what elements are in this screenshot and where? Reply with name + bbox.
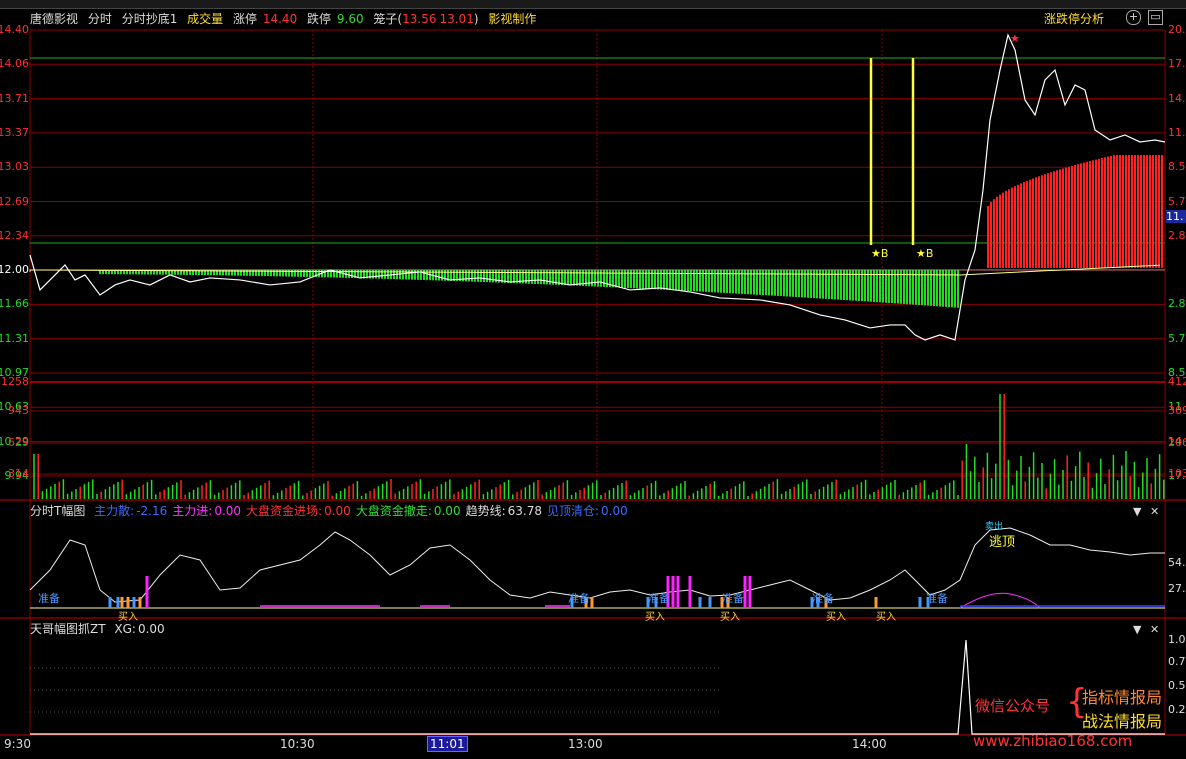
volume-axis-label: 1258 — [1, 375, 29, 388]
ready-label: 准备 — [722, 592, 744, 605]
ready-label: 准备 — [568, 592, 590, 605]
indicator2-axis-label: 0.2 — [1168, 703, 1186, 716]
volume-axis-label: 314 — [8, 467, 29, 480]
price-axis-right-label: 11. — [1168, 125, 1186, 139]
indicator2-title[interactable]: 天哥幅图抓ZT — [30, 622, 106, 636]
indicator2-xg-label: XG: — [114, 622, 136, 636]
indicator1-item-label: 大盘资金撤走: — [355, 504, 432, 518]
price-axis-label: 11.66 — [0, 297, 29, 311]
indicator1-title[interactable]: 分时T幅图 — [30, 504, 85, 518]
ready-label: 准备 — [926, 592, 948, 605]
price-axis-right-label: 5.7 — [1168, 194, 1186, 208]
price-axis-label: 14.40 — [0, 23, 29, 36]
indicator2-plot — [30, 639, 1165, 735]
indicator1-item-label: 趋势线: — [465, 504, 506, 518]
price-axis-label: 12.69 — [0, 194, 29, 208]
indicator1-item-value: 0.00 — [214, 504, 242, 518]
indicator2-axis-label: 0.7 — [1168, 655, 1186, 668]
price-axis-label: 12.00 — [0, 263, 29, 277]
indicator1-item-value: 63.78 — [507, 504, 542, 518]
escape-top-label: 逃顶 — [989, 535, 1016, 550]
time-1400: 14:00 — [852, 737, 887, 751]
intraday-chart[interactable] — [0, 0, 1186, 759]
volume-axis-label: 629 — [8, 436, 29, 449]
watermark-line1: 指标情报局 — [1082, 688, 1163, 707]
time-1030: 10:30 — [280, 737, 315, 751]
price-axis-label: 13.37 — [0, 125, 29, 139]
volume-axis-label: 943 — [8, 404, 29, 417]
indicator1-item-value: 0.00 — [324, 504, 351, 518]
price-axis-label: 14.06 — [0, 57, 29, 71]
indicator2-menu-icon[interactable]: ▼ — [1133, 623, 1141, 636]
buy-label: 买入 — [645, 612, 665, 623]
buy-marker-1: ★B — [871, 247, 889, 260]
price-axis-label: 12.34 — [0, 228, 29, 242]
price-axis-right-label: 2.8 — [1168, 297, 1186, 311]
watermark-wechat: 微信公众号 — [975, 697, 1051, 715]
volume-bars — [33, 394, 1165, 499]
price-axis-label: 13.03 — [0, 160, 29, 174]
indicator2-title-bar: 天哥幅图抓ZT XG: 0.00 — [30, 621, 170, 637]
indicator2-axis-label: 0.5 — [1168, 679, 1186, 692]
price-axis-right-label: 2.8 — [1168, 228, 1186, 242]
volume-axis-right-label: 309 — [1168, 404, 1186, 417]
indicator2-axis-label: 1.0 — [1168, 633, 1186, 646]
current-price-tag: 11. — [1166, 210, 1186, 223]
price-axis-right-label: 8.5 — [1168, 160, 1186, 174]
indicator1-item-label: 主力散: — [94, 504, 135, 518]
volume-axis-right-label: 206 — [1168, 436, 1186, 449]
indicator1-item-label: 主力进: — [172, 504, 213, 518]
indicator1-item-value: 0.00 — [601, 504, 628, 518]
volume-axis-right-label: 412 — [1168, 375, 1186, 388]
ready-label: 准备 — [38, 592, 60, 605]
watermark-line2: 战法情报局 — [1082, 712, 1163, 731]
ready-label: 准备 — [648, 592, 670, 605]
top-marker: ★ — [1010, 32, 1020, 45]
indicator1-item-label: 大盘资金进场: — [246, 504, 323, 518]
volume-axis-right-label: 103 — [1168, 467, 1186, 480]
buy-label: 买入 — [876, 612, 896, 623]
indicator1-title-bar: 分时T幅图 主力散: -2.16 主力进: 0.00 大盘资金进场: 0.00 大盘资金撤走… — [30, 503, 638, 519]
price-axis-label: 13.71 — [0, 91, 29, 105]
ready-label: 准备 — [812, 592, 834, 605]
indicator1-item-label: 见顶清仓: — [546, 504, 600, 518]
price-axis-right-label: 14. — [1168, 91, 1186, 105]
time-930: 9:30 — [4, 737, 31, 751]
buy-label: 买入 — [826, 612, 846, 623]
indicator1-item-value: 0.00 — [433, 504, 461, 518]
price-axis-label: 11.31 — [0, 331, 29, 345]
buy-label: 买入 — [720, 612, 740, 623]
price-axis-right-label: 17. — [1168, 57, 1186, 71]
time-1300: 13:00 — [568, 737, 603, 751]
indicator2-close-icon[interactable]: ✕ — [1150, 623, 1159, 636]
red-green-bars — [99, 154, 1163, 308]
watermark-url: www.zhibiao168.com — [973, 732, 1133, 750]
grid-lines — [0, 29, 1186, 736]
indicator2-xg-value: 0.00 — [137, 622, 165, 636]
price-axis-right-label: 20. — [1168, 23, 1186, 36]
indicator1-item-value: -2.16 — [136, 504, 168, 518]
time-cursor-1101[interactable]: 11:01 — [427, 736, 468, 752]
indicator1-menu-icon[interactable]: ▼ — [1133, 505, 1141, 518]
sell-label: 卖出 — [985, 522, 1004, 532]
indicator1-axis-54: 54. — [1168, 556, 1186, 569]
price-axis-right-label: 5.7 — [1168, 331, 1186, 345]
indicator1-axis-27: 27. — [1168, 582, 1186, 595]
indicator1-close-icon[interactable]: ✕ — [1150, 505, 1159, 518]
buy-marker-2: ★B — [916, 247, 934, 260]
xg-signal-line — [30, 639, 1165, 735]
